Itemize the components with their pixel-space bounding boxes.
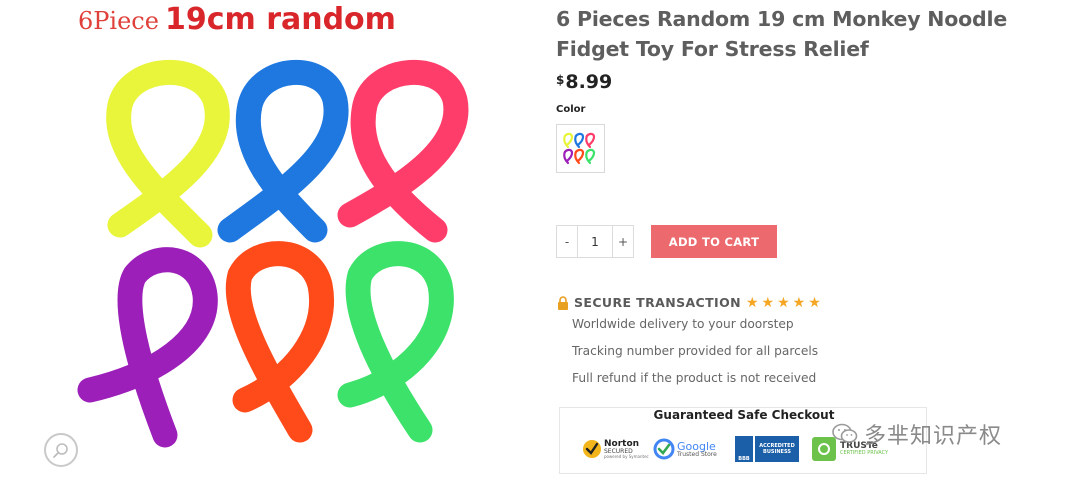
noodle-pink: [337, 59, 469, 243]
bbb-logo: BBB: [735, 436, 753, 462]
zoom-button[interactable]: [44, 433, 78, 467]
google-label: Google: [677, 439, 716, 453]
product-image-gallery[interactable]: 6Piece 19cm random: [0, 0, 540, 481]
lock-icon: [558, 295, 568, 310]
norton-badge: Norton SECURED powered by Symantec: [582, 434, 649, 464]
quantity-input[interactable]: [577, 226, 613, 257]
secure-transaction-label: SECURE TRANSACTION: [574, 295, 741, 310]
secure-transaction: SECURE TRANSACTION ★ ★ ★ ★ ★: [557, 295, 824, 310]
product-price: $ 8.99: [556, 71, 1061, 93]
swatch-thumbnail-icon: [563, 132, 596, 165]
noodle-yellow: [106, 59, 230, 248]
norton-powered: powered by Symantec: [604, 453, 649, 459]
google-badge: Google Trusted Store: [653, 434, 717, 464]
image-caption-size: 19cm random: [164, 2, 396, 37]
bbb-logo-text: BBB: [738, 456, 750, 462]
star-icon: ★: [777, 294, 790, 311]
star-icon: ★: [745, 294, 759, 311]
noodle-blue: [217, 59, 349, 243]
bbb-text-box: ACCREDITED BUSINESS: [755, 436, 799, 462]
watermark: 多芈知识产权: [832, 418, 1002, 450]
bbb-business: BUSINESS: [763, 448, 791, 455]
feature-item-refund: Full refund if the product is not receiv…: [572, 371, 817, 385]
add-to-cart-button[interactable]: ADD TO CART: [651, 225, 777, 258]
bbb-accredited: ACCREDITED: [759, 442, 795, 449]
truste-certified: CERTIFIED PRIVACY: [840, 450, 889, 456]
color-label: Color: [556, 104, 586, 115]
secure-features-list: Worldwide delivery to your doorstep Trac…: [572, 316, 818, 397]
noodle-green: [337, 241, 454, 443]
product-title: 6 Pieces Random 19 cm Monkey Noodle Fidg…: [556, 7, 1008, 61]
google-trusted: Trusted Store: [677, 450, 717, 458]
add-to-cart-row: - + ADD TO CART: [556, 225, 777, 258]
color-swatch[interactable]: [556, 124, 605, 173]
image-caption: 6Piece 19cm random: [78, 2, 396, 37]
quantity-stepper: - +: [556, 225, 634, 258]
noodle-orange: [225, 241, 334, 443]
google-check-icon: [653, 438, 675, 460]
bbb-badge: BBB ACCREDITED BUSINESS: [735, 434, 799, 464]
wechat-icon: [832, 423, 858, 443]
image-caption-count: 6Piece: [78, 7, 159, 35]
star-icon: ★: [792, 294, 806, 311]
star-icon: ★: [761, 294, 775, 311]
quantity-increase-button[interactable]: +: [613, 226, 633, 257]
noodle-purple: [77, 247, 218, 448]
star-icon: ★: [808, 294, 821, 311]
product-summary: 6 Pieces Random 19 cm Monkey Noodle Fidg…: [556, 4, 1061, 173]
norton-check-icon: [583, 440, 601, 458]
rating-stars: ★ ★ ★ ★ ★: [746, 296, 824, 310]
noodle-toys-illustration: [77, 59, 469, 448]
price-amount: 8.99: [565, 71, 613, 93]
zoom-icon: [53, 443, 68, 458]
feature-item-delivery: Worldwide delivery to your doorstep: [572, 317, 794, 331]
price-currency: $: [556, 73, 565, 87]
feature-item-tracking: Tracking number provided for all parcels: [572, 344, 819, 358]
watermark-text: 多芈知识产权: [864, 424, 1003, 449]
quantity-decrease-button[interactable]: -: [557, 226, 577, 257]
